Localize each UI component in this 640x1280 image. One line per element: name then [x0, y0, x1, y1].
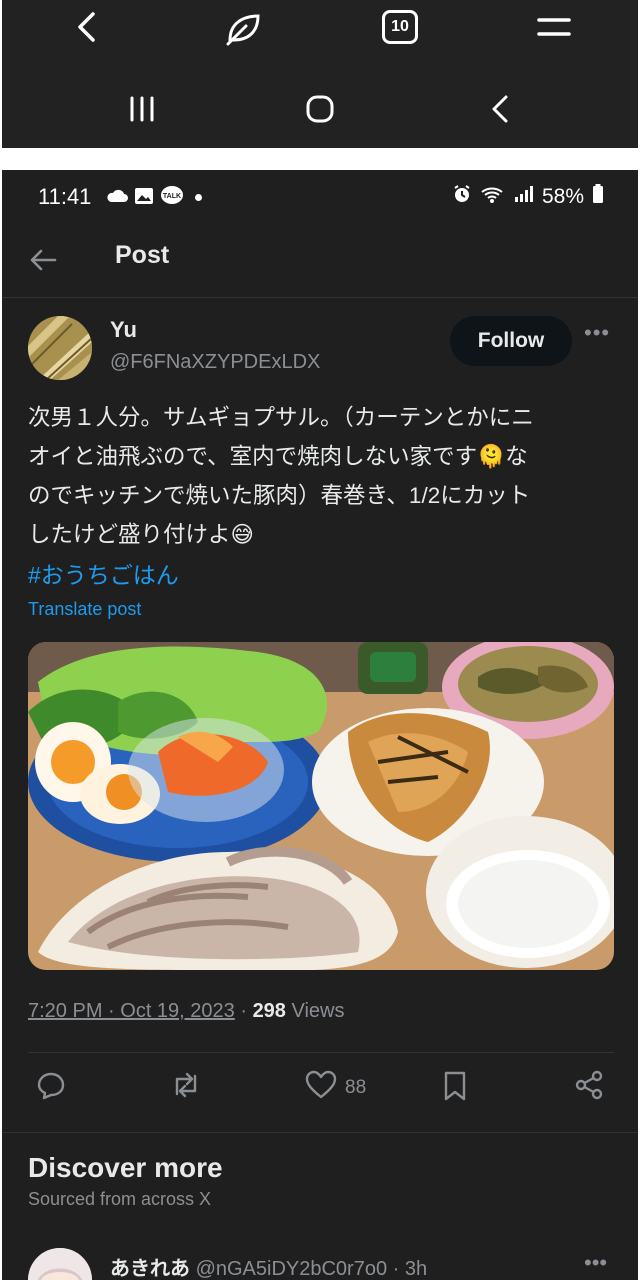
status-right: 58% — [452, 184, 604, 210]
follow-button[interactable]: Follow — [450, 316, 572, 366]
post-meta: 7:20 PM · Oct 19, 2023 · 298 Views — [28, 1000, 345, 1023]
meta-separator: · — [392, 1258, 405, 1280]
wifi-icon — [480, 184, 506, 210]
home-icon[interactable] — [300, 90, 340, 128]
back-chevron-icon[interactable] — [68, 10, 104, 44]
like-count: 88 — [345, 1077, 367, 1098]
signal-icon — [514, 185, 534, 209]
next-post-author-handle[interactable]: @nGA5iDY2bC0r7o0 — [196, 1258, 388, 1280]
post-actions: 88 — [2, 1070, 638, 1116]
share-button[interactable] — [574, 1070, 604, 1106]
more-options-icon[interactable]: ••• — [584, 320, 610, 346]
share-icon — [574, 1070, 604, 1106]
author-handle[interactable]: @F6FNaXZYPDExLDX — [110, 351, 320, 374]
alarm-icon — [452, 184, 472, 210]
author-name[interactable]: Yu — [110, 317, 137, 343]
back-icon[interactable] — [482, 90, 518, 128]
tabs-button[interactable]: 10 — [382, 10, 418, 44]
svg-text:TALK: TALK — [163, 193, 181, 200]
post-text-line: したけど盛り付けよ😅 — [28, 522, 254, 547]
post-timestamp[interactable]: 7:20 PM · Oct 19, 2023 — [28, 1000, 235, 1022]
talk-icon: TALK — [160, 185, 184, 212]
battery-percent: 58% — [541, 185, 584, 208]
post-text-line: のでキッチンで焼いた豚肉）春巻き、1/2にカット — [28, 483, 531, 508]
repost-button[interactable] — [170, 1070, 202, 1106]
gallery-icon — [134, 186, 154, 211]
battery-icon — [592, 184, 604, 210]
post-text-line: オイと油飛ぶので、室内で焼肉しない家です🫠な — [28, 444, 528, 469]
next-post-header: あきれあ @nGA5iDY2bC0r7o0 · 3h — [110, 1252, 427, 1280]
recents-icon[interactable] — [124, 92, 160, 126]
author-avatar[interactable] — [28, 316, 92, 380]
bookmark-icon — [442, 1070, 468, 1108]
repost-icon — [170, 1070, 202, 1106]
tab-count-label: 10 — [391, 18, 409, 35]
reply-button[interactable] — [36, 1070, 66, 1106]
status-bar: 11:41 TALK 58% — [2, 170, 638, 226]
status-time: 11:41 — [38, 184, 92, 209]
bookmark-button[interactable] — [442, 1070, 468, 1108]
views-label: Views — [291, 1000, 345, 1022]
divider — [2, 1132, 638, 1133]
page-title: Post — [115, 241, 170, 269]
menu-icon[interactable] — [532, 12, 576, 42]
cloud-icon — [106, 188, 128, 209]
divider — [28, 1052, 614, 1053]
discover-more-subtitle: Sourced from across X — [28, 1189, 212, 1209]
next-post-avatar[interactable] — [28, 1248, 92, 1280]
meta-separator: · — [240, 1000, 253, 1022]
back-arrow-icon[interactable] — [28, 248, 58, 277]
reply-icon — [36, 1070, 66, 1106]
post-photo[interactable] — [28, 642, 614, 970]
hashtag-link[interactable]: #おうちごはん — [28, 556, 179, 590]
phone-screen: 11:41 TALK 58% Post Yu @F6FNaXZYPDExLDX … — [2, 170, 638, 1280]
like-button[interactable]: 88 — [305, 1070, 366, 1106]
notification-dot-icon — [195, 194, 202, 201]
post-text-line: 次男１人分。サムギョプサル。（カーテンとかにニ — [28, 405, 534, 430]
discover-more-title: Discover more — [28, 1152, 223, 1183]
heart-icon — [305, 1070, 337, 1106]
next-post-author-name[interactable]: あきれあ — [110, 1258, 190, 1280]
next-post-more-icon[interactable]: ••• — [584, 1250, 607, 1276]
views-count: 298 — [252, 1000, 286, 1022]
post-header: Post — [2, 226, 638, 298]
translate-post-link[interactable]: Translate post — [28, 599, 141, 620]
post-body: 次男１人分。サムギョプサル。（カーテンとかにニ オイと油飛ぶので、室内で焼肉しな… — [28, 398, 618, 554]
browser-toolbar: 10 — [2, 0, 638, 148]
leaf-icon[interactable] — [222, 8, 266, 48]
next-post-time: 3h — [404, 1258, 428, 1280]
